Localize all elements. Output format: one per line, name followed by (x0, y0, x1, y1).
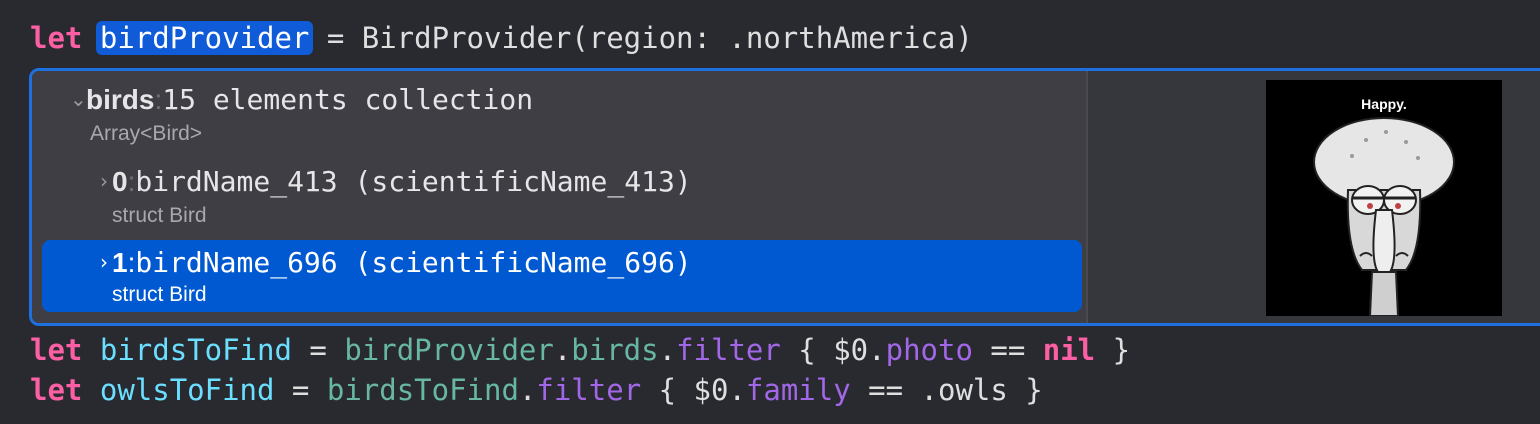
operator: == (850, 373, 921, 407)
item-type: struct Bird (112, 283, 207, 306)
root-type: Array<Bird> (90, 122, 203, 145)
code-line-3[interactable]: let owlsToFind = birdsToFind.filter { $0… (30, 370, 1043, 410)
reference-name[interactable]: birdProvider (344, 333, 554, 367)
item-index: 0 (112, 166, 128, 197)
enum-value: .owls (920, 373, 1008, 407)
item-type: struct Bird (112, 204, 207, 227)
root-summary: 15 elements collection (162, 83, 534, 116)
type-name: BirdProvider (361, 21, 572, 55)
closure-close: } (1007, 373, 1043, 407)
member-name[interactable]: family (746, 373, 851, 407)
tree-row-item-1[interactable]: › 1:birdName_696 (scientificName_696) (96, 246, 692, 281)
dot: . (518, 373, 537, 407)
initializer-args: (region: .northAmerica) (571, 21, 973, 55)
equals-operator: = (274, 373, 327, 407)
method-name[interactable]: filter (536, 373, 641, 407)
item-summary: birdName_696 (scientificName_696) (135, 246, 692, 279)
member-name[interactable]: photo (886, 333, 973, 367)
dot: . (553, 333, 572, 367)
method-name[interactable]: filter (676, 333, 781, 367)
code-line-2[interactable]: let birdsToFind = birdProvider.birds.fil… (30, 330, 1130, 370)
tree-row-item-1-selected[interactable]: › 1:birdName_696 (scientificName_696) str… (42, 240, 1082, 312)
closure-close: } (1095, 333, 1131, 367)
keyword-let: let (30, 373, 83, 407)
equals-operator: = (291, 333, 345, 367)
chevron-right-icon[interactable]: › (96, 245, 112, 279)
tree-row-item-0[interactable]: › 0:birdName_413 (scientificName_413) (96, 165, 692, 200)
property-name[interactable]: birds (571, 333, 658, 367)
closure-open: { $0. (641, 373, 746, 407)
root-name: birds (86, 84, 155, 115)
code-line-1[interactable]: let birdProvider = BirdProvider(region: … (30, 18, 973, 58)
character-illustration (1313, 117, 1455, 316)
dot: . (658, 333, 677, 367)
reference-name[interactable]: birdsToFind (327, 373, 519, 407)
variable-tree[interactable]: ⌄birds:15 elements collection Array<Bird… (32, 71, 1088, 323)
variable-name[interactable]: birdsToFind (100, 333, 292, 367)
tree-row-root[interactable]: ⌄birds:15 elements collection (70, 83, 533, 118)
chevron-right-icon[interactable]: › (96, 164, 112, 198)
equals-operator: = (309, 21, 362, 55)
chevron-down-icon[interactable]: ⌄ (70, 82, 87, 116)
operator: == (972, 333, 1043, 367)
closure-open: { $0. (780, 333, 886, 367)
selected-identifier[interactable]: birdProvider (95, 21, 314, 55)
item-index: 1 (112, 247, 128, 278)
item-summary: birdName_413 (scientificName_413) (135, 165, 692, 198)
keyword-let: let (30, 21, 83, 55)
nil-literal: nil (1042, 333, 1096, 367)
keyword-let: let (30, 333, 83, 367)
variable-name[interactable]: owlsToFind (100, 373, 275, 407)
bird-photo-preview[interactable]: Happy. (1266, 80, 1502, 316)
